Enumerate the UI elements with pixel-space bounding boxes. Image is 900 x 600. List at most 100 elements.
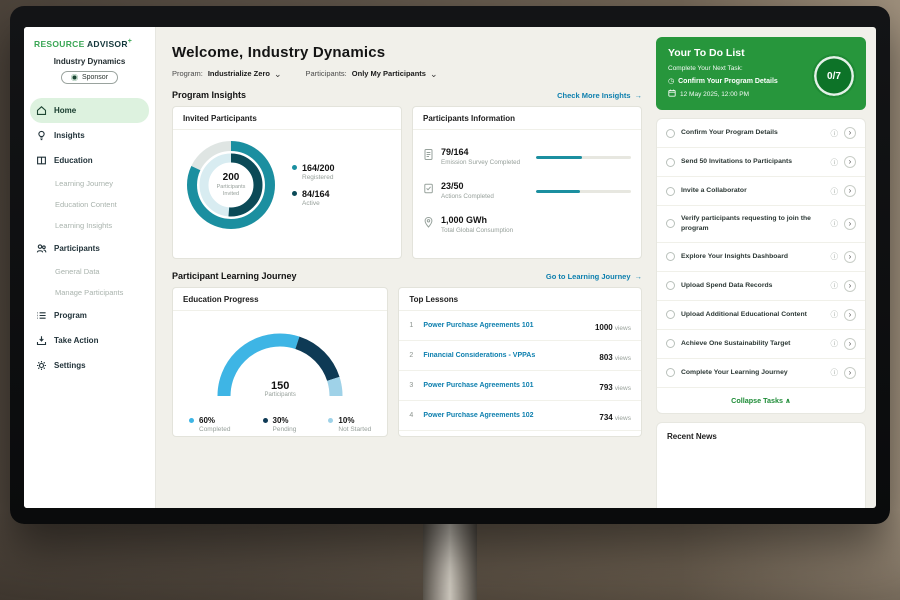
task-row[interactable]: Confirm Your Program Details ⓘ › [657,119,865,148]
sidebar-item-general-data[interactable]: General Data [24,261,155,282]
edu-legend-dot-1 [263,418,268,423]
sidebar-item-label: Settings [54,361,86,370]
sidebar-item-manage-participants[interactable]: Manage Participants [24,282,155,303]
task-checkbox[interactable] [666,281,675,290]
sidebar-item-education-content[interactable]: Education Content [24,194,155,215]
sidebar-item-learning-insights[interactable]: Learning Insights [24,215,155,236]
info-row-survey: 79/164 Emission Survey Completed [423,147,631,167]
task-checkbox[interactable] [666,129,675,138]
task-row[interactable]: Explore Your Insights Dashboard ⓘ › [657,243,865,272]
task-row[interactable]: Verify participants requesting to join t… [657,206,865,243]
sidebar-item-take-action[interactable]: Take Action [24,328,155,353]
arrow-right-icon: → [635,272,643,281]
chevron-right-icon[interactable]: › [844,367,856,379]
chevron-right-icon[interactable]: › [844,251,856,263]
chevron-right-icon[interactable]: › [844,127,856,139]
lesson-row: 5 Power Purchase Agreements 103 600views [399,431,641,437]
recent-news-card: Recent News [656,422,866,508]
sidebar-item-insights[interactable]: Insights [24,123,155,148]
task-row[interactable]: Complete Your Learning Journey ⓘ › [657,359,865,388]
todo-summary-card: Your To Do List Complete Your Next Task:… [656,37,866,110]
monitor-stand [423,522,477,600]
task-checkbox[interactable] [666,158,675,167]
task-checkbox[interactable] [666,339,675,348]
collapse-tasks-link[interactable]: Collapse Tasks ∧ [657,388,865,413]
todo-panel: Your To Do List Complete Your Next Task:… [652,27,876,508]
monitor-bezel: RESOURCE ADVISOR+ Industry Dynamics Spon… [10,6,890,524]
sidebar-item-program[interactable]: Program [24,303,155,328]
lesson-row: 1 Power Purchase Agreements 101 1000view… [399,311,641,341]
chevron-right-icon[interactable]: › [844,218,856,230]
lesson-row: 3 Power Purchase Agreements 101 793views [399,371,641,401]
invited-participants-card: Invited Participants [172,106,402,259]
task-row[interactable]: Upload Spend Data Records ⓘ › [657,272,865,301]
sidebar-item-label: Take Action [54,336,98,345]
task-checkbox[interactable] [666,252,675,261]
info-icon[interactable]: ⓘ [831,218,839,229]
home-icon [36,105,47,116]
task-row[interactable]: Upload Additional Educational Content ⓘ … [657,301,865,330]
chevron-right-icon[interactable]: › [844,309,856,321]
gauge-center-label: Participants [210,392,350,398]
info-icon[interactable]: ⓘ [831,186,839,197]
sidebar-item-education[interactable]: Education [24,148,155,173]
sidebar-item-home[interactable]: Home [30,98,149,123]
info-icon[interactable]: ⓘ [831,128,839,139]
task-row[interactable]: Send 50 Invitations to Participants ⓘ › [657,148,865,177]
lesson-link[interactable]: Financial Considerations - VPPAs [423,352,592,359]
card-title: Education Progress [173,288,387,311]
donut-center-label: Participants Invited [213,184,249,198]
lesson-link[interactable]: Power Purchase Agreements 101 [423,382,592,389]
sidebar-item-label: Insights [54,131,85,140]
task-row[interactable]: Invite a Collaborator ⓘ › [657,177,865,206]
people-icon [36,243,47,254]
sidebar-item-settings[interactable]: Settings [24,353,155,378]
calendar-icon [668,89,676,99]
chevron-right-icon[interactable]: › [844,280,856,292]
chevron-right-icon[interactable]: › [844,185,856,197]
card-title: Top Lessons [399,288,641,311]
insights-cards-row: Invited Participants [172,106,642,259]
sponsor-badge[interactable]: Sponsor [61,71,118,84]
info-progress-fill [536,156,582,159]
lesson-link[interactable]: Power Purchase Agreements 101 [423,322,588,329]
task-checkbox[interactable] [666,219,675,228]
invited-legend-dot-0 [292,165,297,170]
card-title: Participants Information [413,107,641,130]
go-to-learning-journey-link[interactable]: Go to Learning Journey → [546,272,642,281]
chevron-right-icon[interactable]: › [844,338,856,350]
check-more-insights-link[interactable]: Check More Insights → [557,91,642,100]
info-icon[interactable]: ⓘ [831,280,839,291]
task-checkbox[interactable] [666,310,675,319]
sidebar-item-participants[interactable]: Participants [24,236,155,261]
info-row-actions: 23/50 Actions Completed [423,181,631,201]
section-title: Program Insights [172,90,246,100]
gauge-center-value: 150 [210,380,350,392]
task-row[interactable]: Achieve One Sustainability Target ⓘ › [657,330,865,359]
info-icon[interactable]: ⓘ [831,367,839,378]
program-filter[interactable]: Program: Industrialize Zero ⌄ [172,69,282,78]
info-progress-fill [536,190,580,193]
participants-filter[interactable]: Participants: Only My Participants ⌄ [306,69,438,78]
brand-logo: RESOURCE ADVISOR+ [24,36,155,49]
info-icon[interactable]: ⓘ [831,338,839,349]
todo-next-due: 12 May 2025, 12:00 PM [680,91,749,98]
sidebar-nav: Home Insights Education Learning Journey… [24,98,155,378]
lesson-row: 4 Power Purchase Agreements 102 734views [399,401,641,431]
page-title: Welcome, Industry Dynamics [172,44,642,61]
filter-bar: Program: Industrialize Zero ⌄ Participan… [172,69,642,78]
lesson-link[interactable]: Power Purchase Agreements 102 [423,412,592,419]
chevron-right-icon[interactable]: › [844,156,856,168]
legend-item-registered: 164/200 Registered [292,163,335,181]
task-checkbox[interactable] [666,368,675,377]
info-icon[interactable]: ⓘ [831,157,839,168]
education-legend: 60% Completed 30% Pending [183,400,377,437]
info-icon[interactable]: ⓘ [831,309,839,320]
book-icon [36,155,47,166]
sidebar-item-learning-journey[interactable]: Learning Journey [24,173,155,194]
todo-progress-badge: 0/7 [812,54,856,98]
invited-donut-chart: 200 Participants Invited [183,137,279,233]
learning-cards-row: Education Progress [172,287,642,437]
info-icon[interactable]: ⓘ [831,251,839,262]
task-checkbox[interactable] [666,187,675,196]
